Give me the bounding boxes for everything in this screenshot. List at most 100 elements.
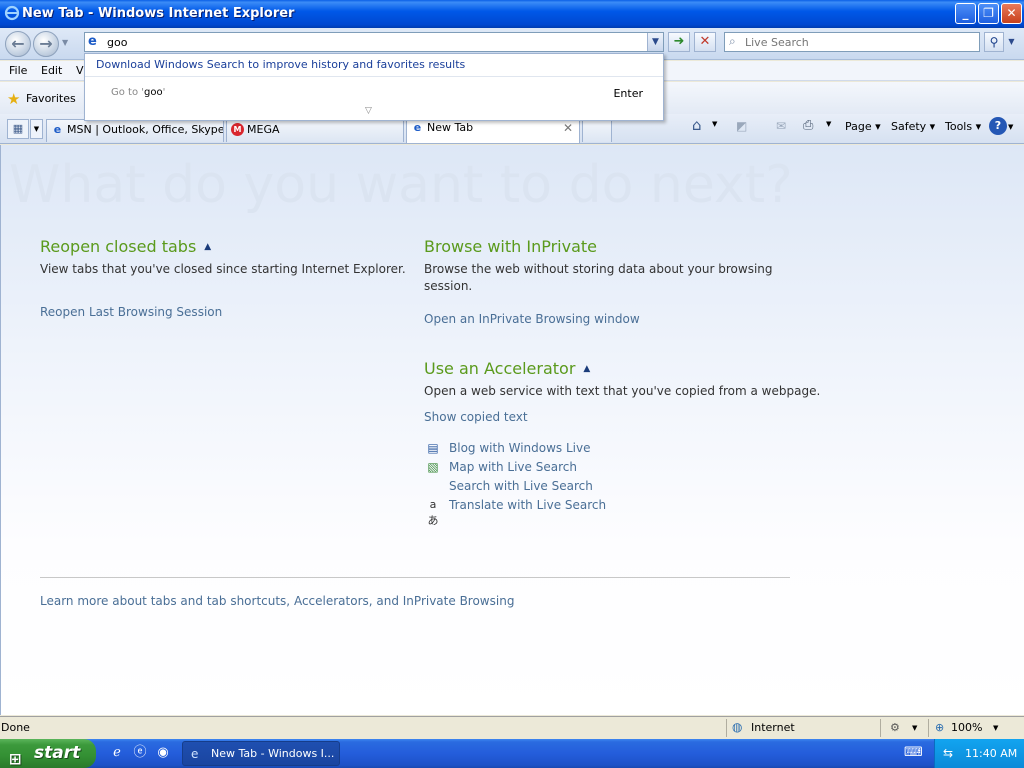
- home-icon[interactable]: ⌂: [692, 116, 702, 134]
- protected-mode-dropdown-icon[interactable]: ▼: [912, 724, 917, 732]
- go-button[interactable]: ➜: [668, 32, 690, 52]
- magnifier-icon: ⚲: [989, 35, 999, 49]
- favorites-star-icon[interactable]: ★: [7, 90, 20, 108]
- quick-tabs-grid-icon: ▦: [12, 122, 24, 135]
- tab-label: MSN | Outlook, Office, Skype...: [67, 123, 224, 136]
- print-dropdown-icon[interactable]: ▼: [826, 120, 831, 128]
- tools-menu-button[interactable]: Tools ▾: [945, 118, 981, 136]
- menu-edit[interactable]: Edit: [41, 64, 62, 77]
- tab-label: MEGA: [247, 123, 280, 136]
- stop-button[interactable]: ✕: [694, 32, 716, 52]
- use-accelerator-heading[interactable]: Use an Accelerator ▲: [424, 359, 590, 378]
- go-arrow-icon: ➜: [673, 34, 685, 49]
- close-window-button[interactable]: ✕: [1001, 3, 1022, 24]
- ie-page-icon: e: [53, 123, 62, 136]
- dropdown-separator: [85, 76, 663, 77]
- address-input[interactable]: [107, 34, 647, 50]
- read-mail-icon[interactable]: ✉: [776, 119, 786, 133]
- content-divider: [40, 577, 790, 578]
- start-button[interactable]: ⊞ start: [0, 739, 96, 768]
- address-bar[interactable]: e ▼: [84, 32, 664, 52]
- tab-msn[interactable]: e MSN | Outlook, Office, Skype...: [46, 119, 224, 142]
- tab-mega[interactable]: M MEGA: [226, 119, 404, 142]
- address-autocomplete-dropdown: Download Windows Search to improve histo…: [84, 53, 664, 121]
- quick-tabs-button[interactable]: ▦: [7, 119, 29, 139]
- search-input[interactable]: [745, 34, 975, 50]
- help-icon[interactable]: ?: [989, 117, 1007, 135]
- collapse-caret-icon[interactable]: ▲: [583, 364, 590, 374]
- quicklaunch-ie-icon[interactable]: ℯ: [108, 744, 126, 762]
- goto-value: goo: [144, 87, 163, 98]
- live-search-icon: ⌕: [729, 34, 736, 48]
- quicklaunch-browser-icon[interactable]: ⓔ: [131, 744, 149, 762]
- safety-menu-button[interactable]: Safety ▾: [891, 118, 935, 136]
- menu-file[interactable]: File: [9, 64, 27, 77]
- favorites-button[interactable]: Favorites: [26, 92, 76, 105]
- clock[interactable]: 11:40 AM: [965, 747, 1017, 760]
- status-bar: Done ◍ Internet ⚙ ▼ ⊕ 100% ▼: [0, 716, 1024, 738]
- translate-icon: aあ: [427, 498, 439, 527]
- back-button[interactable]: ←: [5, 31, 31, 57]
- map-icon: ▧: [427, 460, 439, 474]
- goto-suggestion[interactable]: Go to 'goo': [111, 87, 165, 98]
- accelerator-search-link[interactable]: Search with Live Search: [449, 479, 593, 493]
- ie-page-icon: e: [191, 747, 199, 761]
- home-dropdown-icon[interactable]: ▼: [712, 120, 717, 128]
- recent-pages-chevron-icon[interactable]: ▼: [62, 38, 68, 47]
- search-options-dropdown-icon[interactable]: ▼: [1005, 32, 1018, 52]
- new-tab-button[interactable]: [582, 119, 612, 142]
- status-text: Done: [1, 721, 30, 734]
- accelerator-map-link[interactable]: Map with Live Search: [449, 460, 577, 474]
- maximize-button[interactable]: ❐: [978, 3, 999, 24]
- back-arrow-icon: ←: [11, 34, 25, 53]
- print-icon[interactable]: ⎙: [803, 118, 813, 133]
- title-bar: New Tab - Windows Internet Explorer _ ❐ …: [0, 0, 1024, 28]
- reopen-description: View tabs that you've closed since start…: [40, 262, 406, 276]
- section-heading-text: Use an Accelerator: [424, 359, 576, 378]
- collapse-caret-icon[interactable]: ▲: [204, 242, 211, 252]
- protected-mode-icon[interactable]: ⚙: [890, 721, 900, 734]
- close-tab-icon[interactable]: ✕: [563, 121, 573, 135]
- feeds-icon[interactable]: ◩: [736, 119, 747, 133]
- new-tab-page: What do you want to do next? Reopen clos…: [0, 145, 1024, 715]
- keyboard-tray-icon[interactable]: ⌨: [904, 744, 923, 762]
- ie-logo-icon: [4, 5, 20, 21]
- internet-zone-icon: ◍: [732, 720, 743, 734]
- learn-more-link[interactable]: Learn more about tabs and tab shortcuts,…: [40, 594, 514, 608]
- open-inprivate-link[interactable]: Open an InPrivate Browsing window: [424, 312, 640, 326]
- blog-icon: ▤: [427, 441, 439, 455]
- accelerator-blog-link[interactable]: Blog with Windows Live: [449, 441, 591, 455]
- reopen-last-session-link[interactable]: Reopen Last Browsing Session: [40, 305, 222, 319]
- zoom-dropdown-icon[interactable]: ▼: [993, 724, 998, 732]
- goto-suffix: ': [162, 87, 166, 98]
- quicklaunch-media-icon[interactable]: ◉: [154, 744, 172, 762]
- window-title: New Tab - Windows Internet Explorer: [22, 6, 295, 21]
- forward-arrow-icon: →: [39, 34, 53, 53]
- security-zone-label: Internet: [751, 721, 795, 734]
- forward-button[interactable]: →: [33, 31, 59, 57]
- reopen-closed-tabs-heading[interactable]: Reopen closed tabs ▲: [40, 237, 211, 256]
- enter-hint: Enter: [613, 87, 643, 100]
- zoom-level[interactable]: 100%: [951, 721, 982, 734]
- taskbar-item-ie[interactable]: e New Tab - Windows I...: [182, 741, 340, 766]
- network-tray-icon[interactable]: ⇆: [943, 746, 953, 760]
- minimize-button[interactable]: _: [955, 3, 976, 24]
- help-dropdown-icon[interactable]: ▼: [1008, 118, 1013, 136]
- zoom-icon[interactable]: ⊕: [935, 721, 944, 734]
- accelerator-description: Open a web service with text that you've…: [424, 384, 821, 398]
- search-box[interactable]: ⌕: [724, 32, 980, 52]
- expand-more-icon[interactable]: ▽: [365, 106, 372, 116]
- search-button[interactable]: ⚲: [984, 32, 1004, 52]
- accelerator-translate-link[interactable]: Translate with Live Search: [449, 498, 606, 512]
- address-dropdown-icon[interactable]: ▼: [647, 33, 663, 51]
- inprivate-description-line1: Browse the web without storing data abou…: [424, 262, 773, 276]
- show-copied-text-link[interactable]: Show copied text: [424, 410, 528, 424]
- taskbar-item-label: New Tab - Windows I...: [211, 747, 335, 760]
- stop-x-icon: ✕: [699, 34, 711, 49]
- windows-search-promo-link[interactable]: Download Windows Search to improve histo…: [96, 58, 465, 71]
- page-menu-button[interactable]: Page ▾: [845, 118, 881, 136]
- taskbar: ⊞ start ℯ ⓔ ◉ e New Tab - Windows I... ⌨…: [0, 739, 1024, 768]
- goto-prefix: Go to ': [111, 87, 145, 98]
- tab-list-dropdown-icon[interactable]: ▼: [30, 119, 43, 139]
- status-separator: [726, 719, 727, 737]
